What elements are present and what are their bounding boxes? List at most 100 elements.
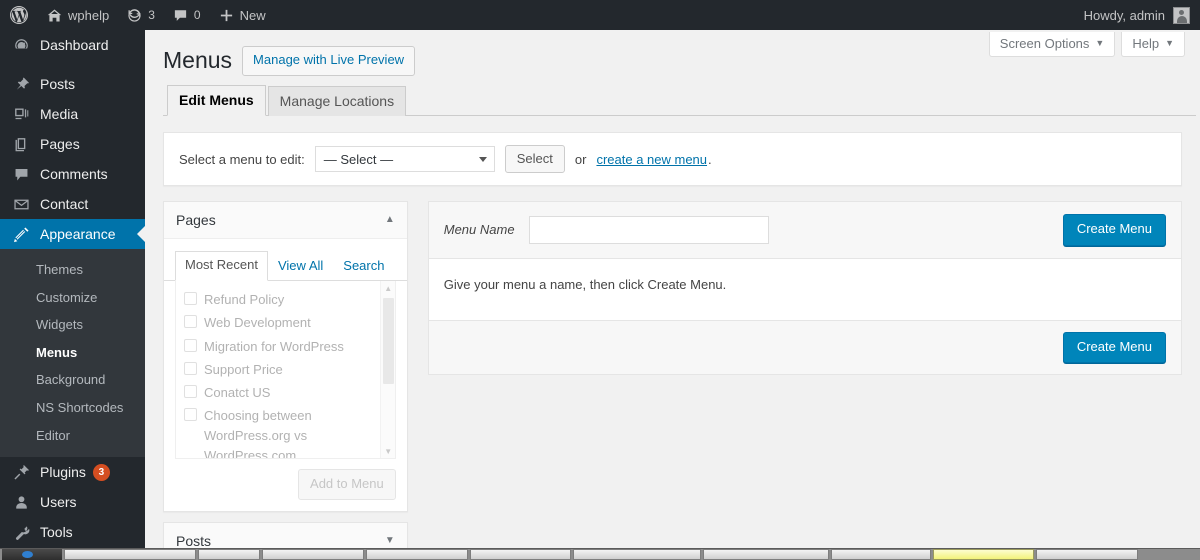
scroll-down-arrow-icon[interactable]: ▼ <box>381 444 395 458</box>
sidebar-item-comments[interactable]: Comments <box>0 159 145 189</box>
menus-columns: Pages ▲ Most Recent View All Search Refu… <box>163 201 1182 560</box>
pin-icon <box>11 74 31 94</box>
chevron-down-icon[interactable]: ▼ <box>385 535 395 546</box>
page-title: Menus <box>163 47 233 73</box>
create-new-menu-link[interactable]: create a new menu <box>596 152 707 167</box>
page-label: Migration for WordPress <box>204 338 344 354</box>
page-label: Support Price <box>204 361 283 377</box>
posts-postbox-title: Posts <box>176 532 212 549</box>
tab-manage-locations[interactable]: Manage Locations <box>267 85 407 116</box>
manage-with-live-preview-button[interactable]: Manage with Live Preview <box>242 46 416 76</box>
page-label: Conatct US <box>204 384 271 400</box>
checklist-scrollbar[interactable]: ▲ ▼ <box>379 281 395 459</box>
taskbar-button[interactable] <box>1036 549 1138 560</box>
submenu-item-menus[interactable]: Menus <box>0 339 145 367</box>
sidebar-item-contact[interactable]: Contact <box>0 189 145 219</box>
user-icon <box>11 492 31 512</box>
checkbox-icon[interactable] <box>184 407 197 421</box>
submenu-item-customize[interactable]: Customize <box>0 284 145 312</box>
list-item[interactable]: Support Price <box>184 359 385 382</box>
envelope-icon <box>11 194 31 214</box>
screen-options-button[interactable]: Screen Options ▼ <box>988 32 1116 57</box>
pages-postbox-title: Pages <box>176 212 216 229</box>
chevron-down-icon <box>478 157 487 163</box>
checkbox-icon[interactable] <box>184 315 197 329</box>
site-name-label: wphelp <box>68 7 110 23</box>
pages-panel-actions: Add to Menu <box>164 459 407 511</box>
checkbox-icon[interactable] <box>184 361 197 375</box>
list-item[interactable]: Choosing between WordPress.org vs WordPr… <box>184 405 385 460</box>
tab-edit-menus[interactable]: Edit Menus <box>167 84 266 116</box>
submenu-item-background[interactable]: Background <box>0 366 145 394</box>
menu-select-dropdown[interactable]: — Select — <box>314 146 495 173</box>
tab-most-recent[interactable]: Most Recent <box>175 251 268 282</box>
submenu-item-themes[interactable]: Themes <box>0 256 145 284</box>
taskbar-button-active[interactable] <box>933 549 1034 560</box>
updates-button[interactable]: 3 <box>118 0 164 30</box>
chevron-down-icon: ▼ <box>1095 38 1105 48</box>
select-button[interactable]: Select <box>504 144 565 174</box>
taskbar-button[interactable] <box>366 549 468 560</box>
menu-selector-bar: Select a menu to edit: — Select — Select… <box>163 131 1182 187</box>
screen-meta-links: Screen Options ▼ Help ▼ <box>988 32 1185 57</box>
taskbar-button[interactable] <box>831 549 931 560</box>
media-icon <box>11 104 31 124</box>
list-item[interactable]: Migration for WordPress <box>184 336 385 359</box>
sidebar-item-pages[interactable]: Pages <box>0 129 145 159</box>
comments-button[interactable]: 0 <box>164 0 210 30</box>
page-label: Choosing between WordPress.org vs WordPr… <box>204 407 312 460</box>
home-icon <box>47 8 62 23</box>
taskbar-button[interactable] <box>262 549 364 560</box>
screen-options-label: Screen Options <box>999 36 1090 51</box>
tab-view-all[interactable]: View All <box>268 252 333 281</box>
sidebar-item-label: Pages <box>40 136 80 152</box>
site-name-button[interactable]: wphelp <box>38 0 118 30</box>
sidebar-item-label: Dashboard <box>40 37 109 53</box>
checkbox-icon[interactable] <box>184 338 197 352</box>
create-menu-button-bottom[interactable]: Create Menu <box>1062 331 1166 363</box>
tab-search[interactable]: Search <box>333 252 394 281</box>
sidebar-item-dashboard[interactable]: Dashboard <box>0 30 145 60</box>
pages-icon <box>11 134 31 154</box>
start-orb-icon[interactable] <box>2 549 62 560</box>
sidebar-item-posts[interactable]: Posts <box>0 69 145 99</box>
taskbar-button[interactable] <box>470 549 571 560</box>
list-item[interactable]: Conatct US <box>184 382 385 405</box>
taskbar-button[interactable] <box>198 549 260 560</box>
chevron-up-icon[interactable]: ▲ <box>385 215 395 225</box>
checkbox-icon[interactable] <box>184 384 197 398</box>
sidebar-item-tools[interactable]: Tools <box>0 517 145 547</box>
menu-name-row: Menu Name Create Menu <box>428 202 1181 259</box>
sidebar-item-label: Appearance <box>40 226 116 242</box>
sidebar-item-appearance[interactable]: Appearance <box>0 219 145 249</box>
sidebar-item-label: Tools <box>40 524 73 541</box>
scrollbar-thumb[interactable] <box>382 298 394 385</box>
submenu-item-widgets[interactable]: Widgets <box>0 311 145 339</box>
submenu-item-editor[interactable]: Editor <box>0 422 145 450</box>
admin-bar: wphelp 3 0 New Howdy, admin <box>0 0 1200 30</box>
list-item[interactable]: Refund Policy <box>184 289 385 312</box>
wordpress-logo-button[interactable] <box>0 0 38 30</box>
howdy-label: Howdy, admin <box>1083 7 1165 23</box>
pages-postbox-header[interactable]: Pages ▲ <box>164 202 407 240</box>
sidebar-item-label: Media <box>40 106 79 122</box>
sidebar-item-plugins[interactable]: Plugins 3 <box>0 457 145 487</box>
taskbar-button[interactable] <box>703 549 829 560</box>
account-menu[interactable]: Howdy, admin <box>1083 6 1200 24</box>
submenu-item-ns-shortcodes[interactable]: NS Shortcodes <box>0 394 145 422</box>
help-button[interactable]: Help ▼ <box>1121 32 1185 57</box>
list-item[interactable]: Web Development <box>184 312 385 335</box>
create-menu-button-top[interactable]: Create Menu <box>1062 214 1166 246</box>
nav-tab-wrapper: Edit Menus Manage Locations <box>163 84 1196 116</box>
sidebar-item-media[interactable]: Media <box>0 99 145 129</box>
sidebar-item-label: Plugins <box>40 464 86 481</box>
new-content-button[interactable]: New <box>210 0 275 30</box>
add-to-menu-button[interactable]: Add to Menu <box>298 469 396 500</box>
checkbox-icon[interactable] <box>184 292 197 306</box>
taskbar-button[interactable] <box>573 549 701 560</box>
sidebar-item-users[interactable]: Users <box>0 487 145 517</box>
comment-bubble-icon <box>173 8 188 23</box>
scroll-up-arrow-icon[interactable]: ▲ <box>381 281 395 295</box>
menu-name-input[interactable] <box>528 215 769 244</box>
taskbar-button[interactable] <box>64 549 196 560</box>
